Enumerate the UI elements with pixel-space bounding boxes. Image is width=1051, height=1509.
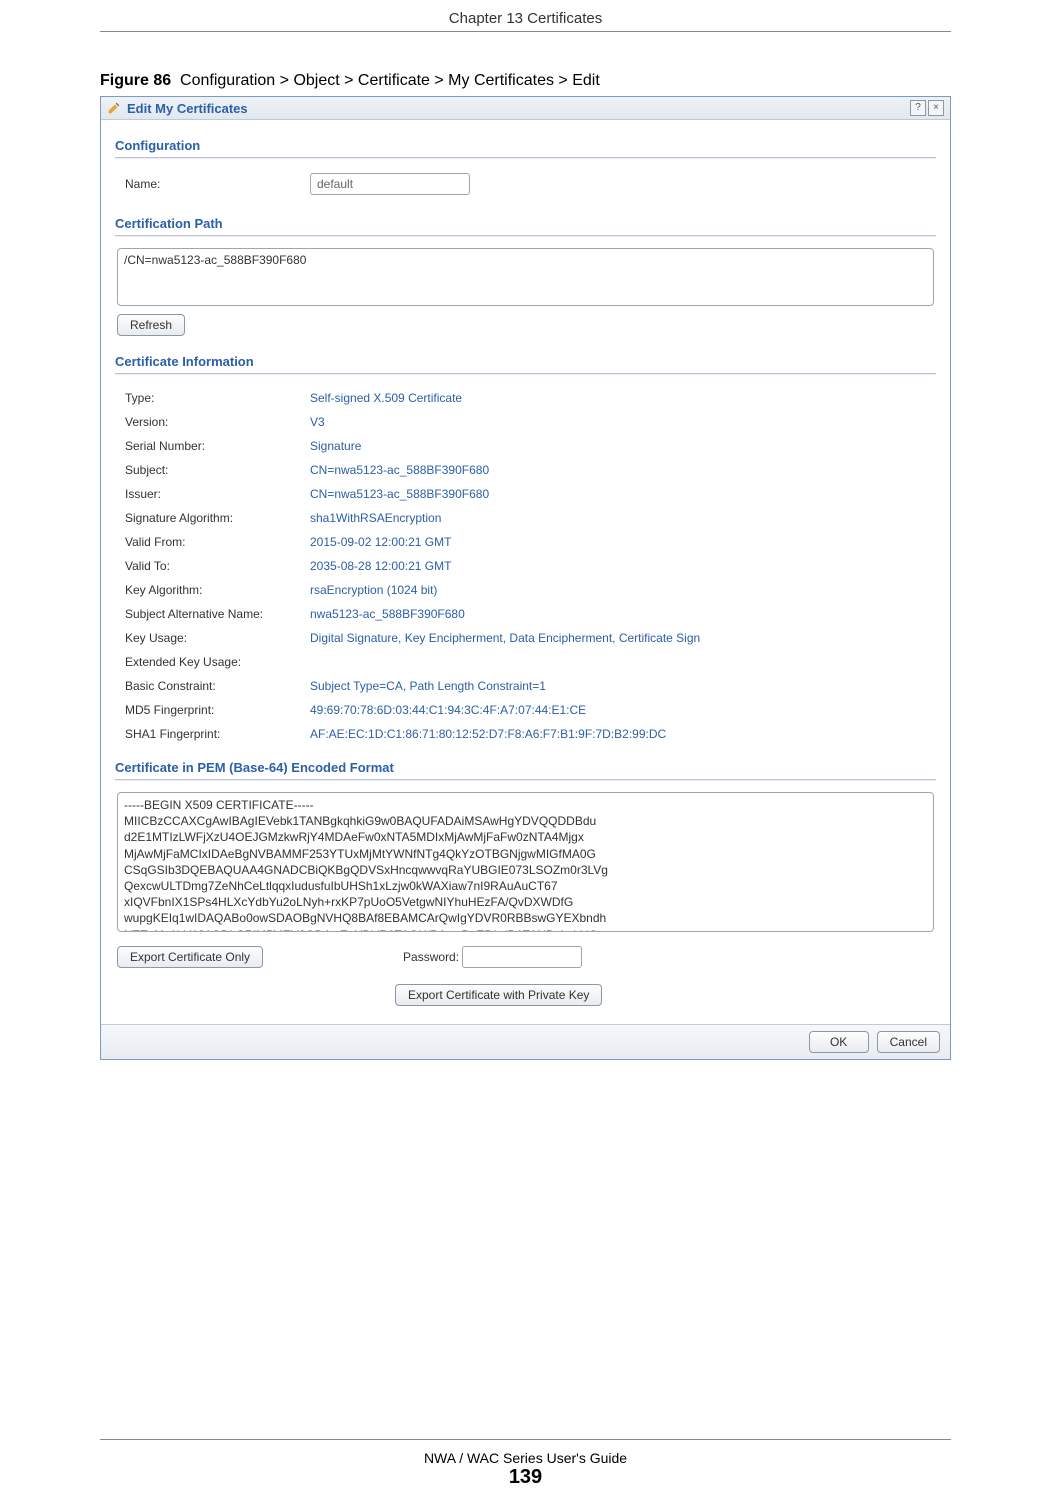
ok-button[interactable]: OK [809, 1031, 869, 1053]
figure-caption: Figure 86 Configuration > Object > Certi… [100, 72, 951, 90]
export-row: Export Certificate Only Password: [115, 942, 936, 984]
cert-info-label: Key Algorithm: [125, 583, 310, 597]
export-cert-only-button[interactable]: Export Certificate Only [117, 946, 263, 968]
refresh-button[interactable]: Refresh [117, 314, 185, 336]
cert-info-label: Extended Key Usage: [125, 655, 310, 669]
cert-info-label: Subject: [125, 463, 310, 477]
section-cert-path-title: Certification Path [115, 216, 936, 231]
cert-info-row: MD5 Fingerprint:49:69:70:78:6D:03:44:C1:… [115, 698, 936, 722]
cert-info-value: Signature [310, 439, 361, 453]
cert-info-table: Type:Self-signed X.509 CertificateVersio… [115, 386, 936, 746]
cert-info-value: sha1WithRSAEncryption [310, 511, 441, 525]
section-cert-info-title: Certificate Information [115, 354, 936, 369]
cert-info-label: Subject Alternative Name: [125, 607, 310, 621]
close-button[interactable]: × [928, 100, 944, 116]
cert-info-row: Serial Number:Signature [115, 434, 936, 458]
cert-info-label: Issuer: [125, 487, 310, 501]
cert-info-value: 49:69:70:78:6D:03:44:C1:94:3C:4F:A7:07:4… [310, 703, 586, 717]
name-label: Name: [125, 177, 310, 191]
cert-info-row: Version:V3 [115, 410, 936, 434]
guide-title: NWA / WAC Series User's Guide [100, 1450, 951, 1466]
cert-info-value: 2015-09-02 12:00:21 GMT [310, 535, 451, 549]
cert-info-label: Signature Algorithm: [125, 511, 310, 525]
section-configuration-title: Configuration [115, 138, 936, 153]
cert-info-value: Self-signed X.509 Certificate [310, 391, 462, 405]
cert-info-value: AF:AE:EC:1D:C1:86:71:80:12:52:D7:F8:A6:F… [310, 727, 666, 741]
figure-number: Figure 86 [100, 72, 171, 89]
figure-breadcrumb: Configuration > Object > Certificate > M… [180, 72, 600, 89]
cert-info-label: Key Usage: [125, 631, 310, 645]
cert-info-label: Basic Constraint: [125, 679, 310, 693]
cert-info-row: Basic Constraint:Subject Type=CA, Path L… [115, 674, 936, 698]
help-button[interactable]: ? [910, 100, 926, 116]
cancel-button[interactable]: Cancel [877, 1031, 940, 1053]
cert-info-row: Signature Algorithm:sha1WithRSAEncryptio… [115, 506, 936, 530]
edit-icon [107, 101, 121, 115]
password-input[interactable] [462, 946, 582, 968]
password-label: Password: [403, 950, 459, 964]
cert-info-label: Serial Number: [125, 439, 310, 453]
cert-info-label: Valid From: [125, 535, 310, 549]
cert-info-value: Digital Signature, Key Encipherment, Dat… [310, 631, 700, 645]
cert-info-label: Valid To: [125, 559, 310, 573]
cert-info-value: Subject Type=CA, Path Length Constraint=… [310, 679, 546, 693]
cert-info-row: Key Usage:Digital Signature, Key Enciphe… [115, 626, 936, 650]
page-number: 139 [100, 1466, 951, 1489]
cert-info-value: V3 [310, 415, 325, 429]
cert-info-row: Subject:CN=nwa5123-ac_588BF390F680 [115, 458, 936, 482]
cert-path-box[interactable]: /CN=nwa5123-ac_588BF390F680 [117, 248, 934, 306]
page-footer: NWA / WAC Series User's Guide 139 [100, 1439, 951, 1489]
cert-info-value: nwa5123-ac_588BF390F680 [310, 607, 465, 621]
chapter-header: Chapter 13 Certificates [100, 0, 951, 32]
section-pem-title: Certificate in PEM (Base-64) Encoded For… [115, 760, 936, 775]
dialog-footer: OK Cancel [101, 1024, 950, 1059]
cert-info-value: 2035-08-28 12:00:21 GMT [310, 559, 451, 573]
cert-info-row: Key Algorithm:rsaEncryption (1024 bit) [115, 578, 936, 602]
row-name: Name: [115, 170, 936, 198]
cert-info-row: Extended Key Usage: [115, 650, 936, 674]
cert-info-row: Issuer:CN=nwa5123-ac_588BF390F680 [115, 482, 936, 506]
cert-info-row: Valid From:2015-09-02 12:00:21 GMT [115, 530, 936, 554]
cert-info-row: SHA1 Fingerprint:AF:AE:EC:1D:C1:86:71:80… [115, 722, 936, 746]
cert-info-label: Type: [125, 391, 310, 405]
cert-info-label: MD5 Fingerprint: [125, 703, 310, 717]
cert-info-row: Type:Self-signed X.509 Certificate [115, 386, 936, 410]
cert-info-row: Valid To:2035-08-28 12:00:21 GMT [115, 554, 936, 578]
dialog-titlebar: Edit My Certificates ? × [101, 97, 950, 120]
edit-my-certificates-dialog: Edit My Certificates ? × Configuration N… [100, 96, 951, 1060]
cert-info-value: CN=nwa5123-ac_588BF390F680 [310, 487, 489, 501]
cert-info-value: CN=nwa5123-ac_588BF390F680 [310, 463, 489, 477]
cert-info-label: SHA1 Fingerprint: [125, 727, 310, 741]
cert-info-row: Subject Alternative Name:nwa5123-ac_588B… [115, 602, 936, 626]
export-cert-key-button[interactable]: Export Certificate with Private Key [395, 984, 602, 1006]
dialog-title: Edit My Certificates [127, 101, 248, 116]
cert-info-value: rsaEncryption (1024 bit) [310, 583, 437, 597]
pem-textarea[interactable]: -----BEGIN X509 CERTIFICATE----- MIICBzC… [117, 792, 934, 932]
cert-info-label: Version: [125, 415, 310, 429]
name-input[interactable] [310, 173, 470, 195]
